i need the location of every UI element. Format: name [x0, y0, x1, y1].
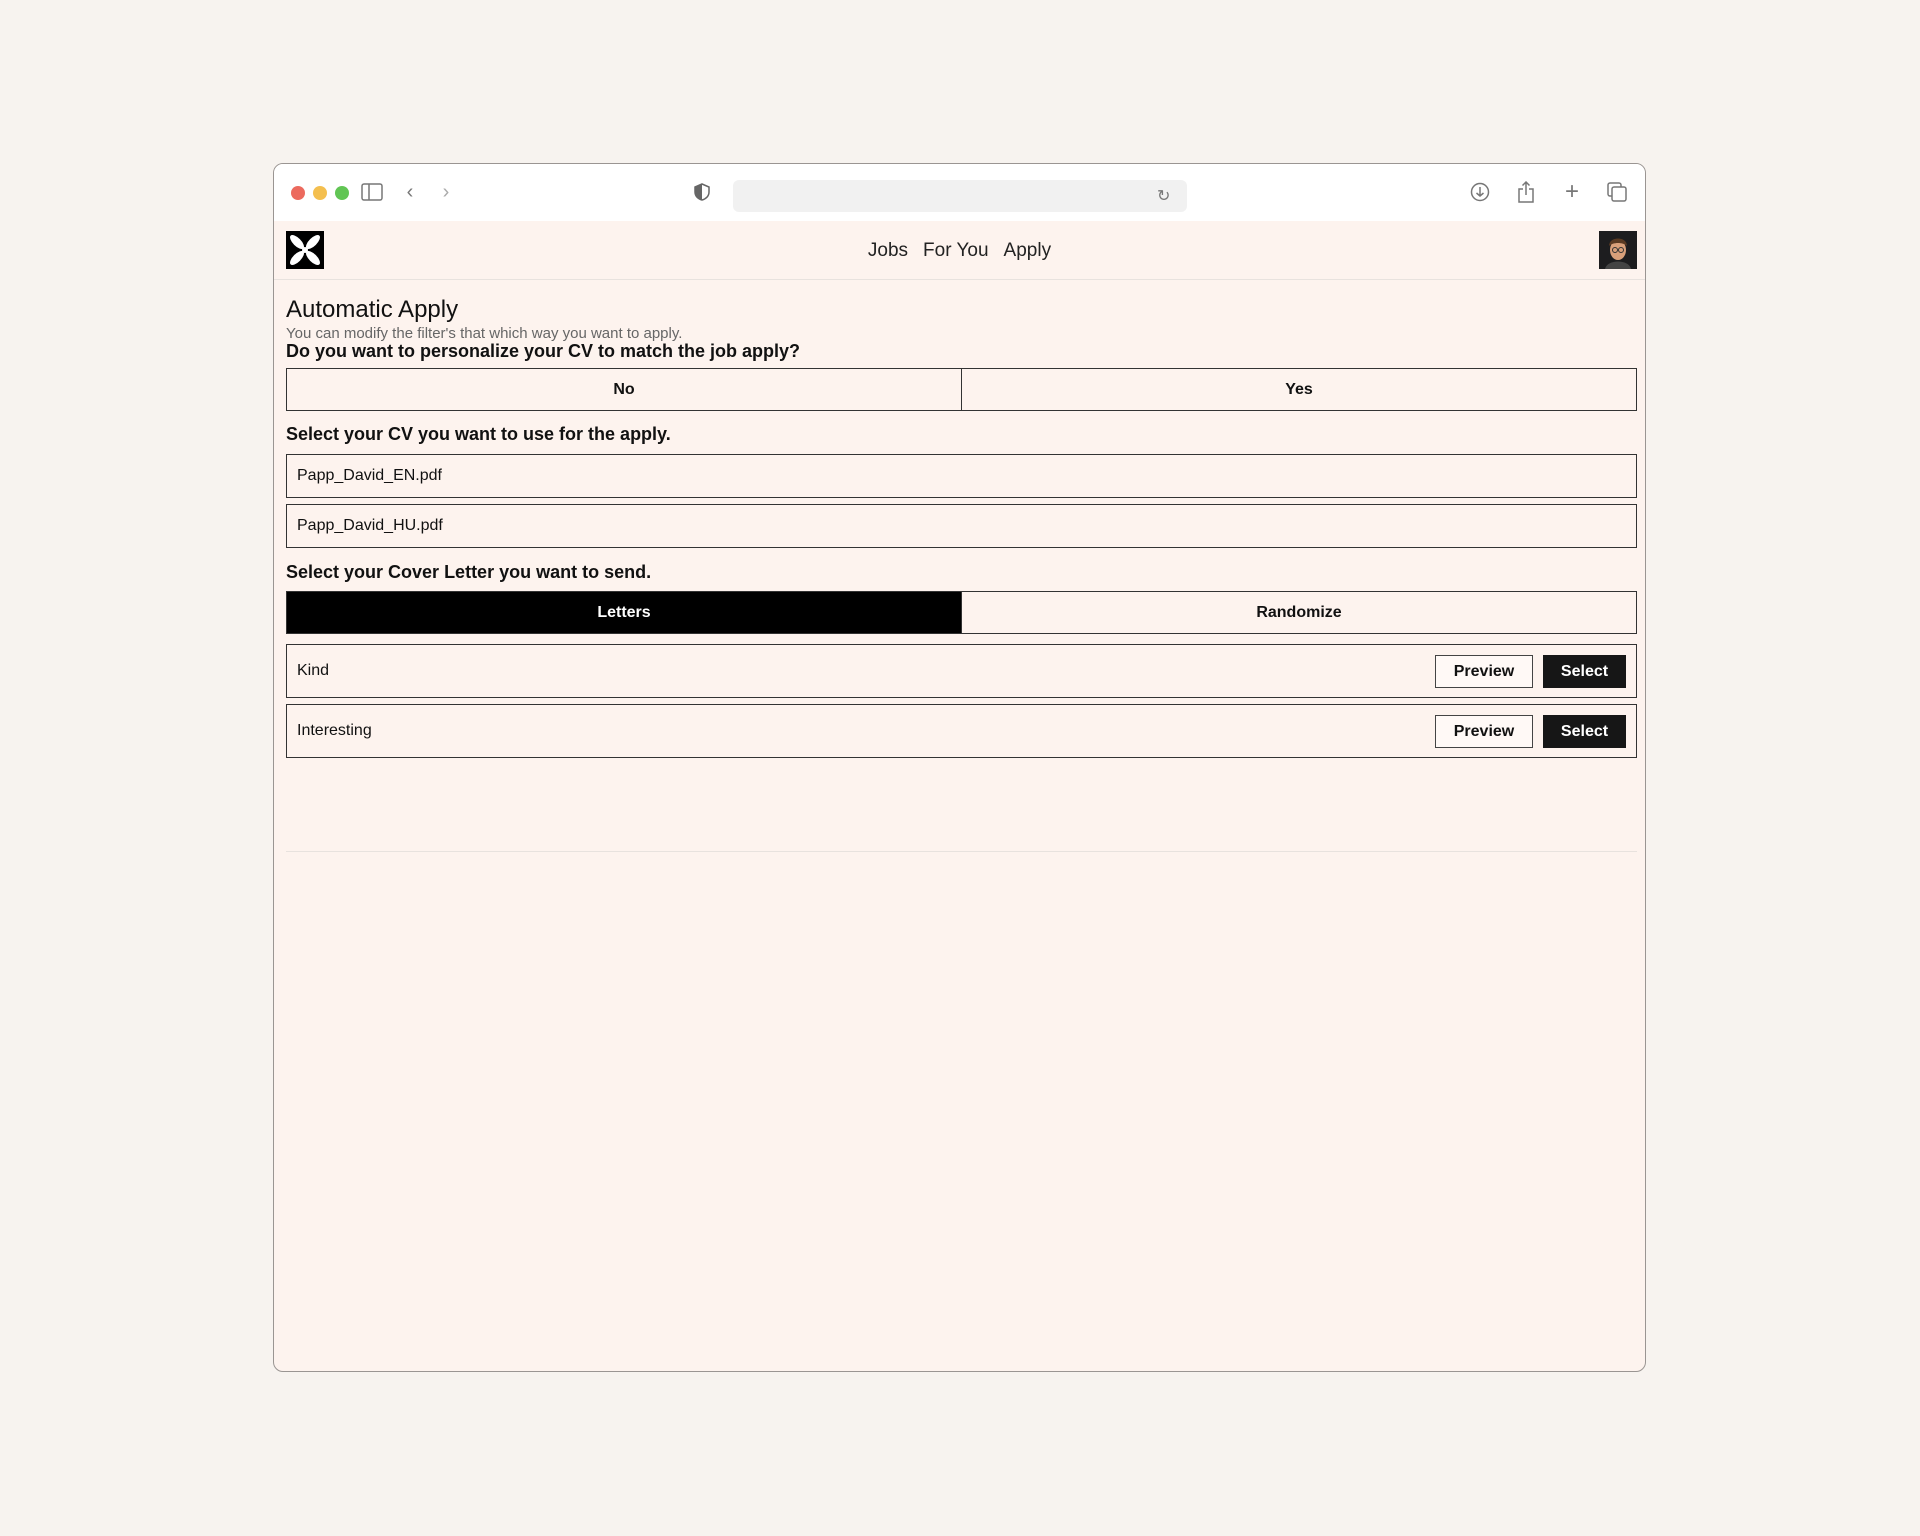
nav-link-apply[interactable]: Apply	[1004, 240, 1052, 262]
preview-button[interactable]: Preview	[1435, 715, 1533, 748]
letter-name: Interesting	[297, 722, 372, 739]
close-window-button[interactable]	[291, 186, 305, 200]
cv-label: Select your CV you want to use for the a…	[286, 424, 671, 444]
cv-option-hu[interactable]: Papp_David_HU.pdf	[286, 504, 1637, 548]
browser-window: ‹ › ↻ + Jobs For You Apply Automatic App…	[273, 163, 1646, 1372]
avatar[interactable]	[1599, 231, 1637, 269]
nav-link-for-you[interactable]: For You	[923, 240, 989, 262]
top-nav: Jobs For You Apply	[274, 221, 1645, 280]
forward-icon[interactable]: ›	[436, 178, 456, 206]
letter-name: Kind	[297, 662, 330, 679]
select-button[interactable]: Select	[1543, 715, 1626, 748]
back-icon[interactable]: ‹	[400, 178, 420, 206]
nav-link-jobs[interactable]: Jobs	[868, 240, 908, 262]
shield-icon[interactable]	[692, 178, 712, 206]
personalize-no-button[interactable]: No	[287, 369, 961, 410]
maximize-window-button[interactable]	[335, 186, 349, 200]
download-icon[interactable]	[1468, 178, 1492, 206]
cover-letter-label: Select your Cover Letter you want to sen…	[286, 562, 652, 582]
address-bar[interactable]: ↻	[733, 180, 1187, 212]
browser-toolbar: ‹ › ↻ +	[274, 164, 1645, 221]
preview-button[interactable]: Preview	[1435, 655, 1533, 688]
page-title: Automatic Apply	[286, 296, 459, 323]
select-button[interactable]: Select	[1543, 655, 1626, 688]
page-subtitle: You can modify the filter's that which w…	[286, 325, 683, 342]
cover-letter-tabs: Letters Randomize	[286, 591, 1637, 634]
minimize-window-button[interactable]	[313, 186, 327, 200]
tab-letters[interactable]: Letters	[287, 592, 961, 633]
personalize-yes-button[interactable]: Yes	[961, 369, 1636, 410]
cv-option-en[interactable]: Papp_David_EN.pdf	[286, 454, 1637, 498]
new-tab-icon[interactable]: +	[1560, 178, 1584, 206]
personalize-question: Do you want to personalize your CV to ma…	[286, 341, 801, 361]
letter-row: Interesting Preview Select	[286, 704, 1637, 758]
tabs-icon[interactable]	[1605, 178, 1629, 206]
personalize-toggle: No Yes	[286, 368, 1637, 411]
share-icon[interactable]	[1514, 178, 1538, 206]
reload-icon[interactable]: ↻	[1157, 182, 1170, 210]
sidebar-icon[interactable]	[359, 178, 385, 206]
automatic-apply-section: Automatic Apply You can modify the filte…	[286, 280, 1637, 852]
letter-row: Kind Preview Select	[286, 644, 1637, 698]
tab-randomize[interactable]: Randomize	[961, 592, 1636, 633]
